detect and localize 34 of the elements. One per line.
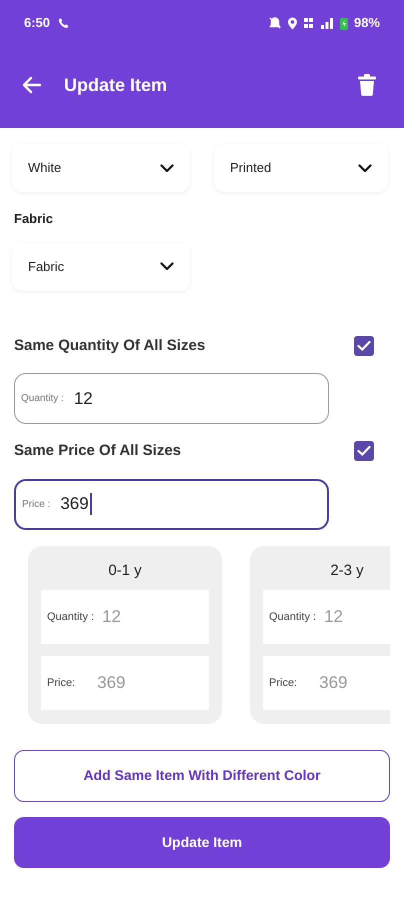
- battery-level: 98%: [354, 14, 380, 32]
- back-button[interactable]: [22, 75, 42, 95]
- chevron-down-icon: [160, 262, 174, 271]
- option-label: Same Price Of All Sizes: [14, 441, 182, 461]
- price-field[interactable]: Price: 369: [41, 656, 209, 710]
- delete-button[interactable]: [358, 74, 376, 96]
- size-title: 0-1 y: [107, 560, 143, 580]
- checkbox[interactable]: [354, 336, 374, 356]
- checkmark-icon: [357, 445, 371, 458]
- page-title: Update Item: [64, 74, 168, 97]
- phone-icon: [58, 17, 70, 29]
- battery-icon: [340, 16, 348, 30]
- size-title: 2-3 y: [329, 560, 365, 580]
- quantity-field[interactable]: Quantity : 12: [41, 590, 209, 644]
- price-field[interactable]: Price: 369: [263, 656, 390, 710]
- chevron-down-icon: [160, 164, 174, 172]
- dropdown[interactable]: Printed: [214, 144, 388, 192]
- text-cursor: [90, 493, 92, 515]
- input-field[interactable]: Quantity : 12: [14, 373, 329, 424]
- dropdown[interactable]: White: [12, 144, 190, 192]
- bell-off-icon: [268, 17, 281, 29]
- chevron-down-icon: [358, 164, 372, 172]
- quantity-field[interactable]: Quantity : 12: [263, 590, 390, 644]
- location-icon: [286, 16, 298, 30]
- update-button[interactable]: Update Item: [14, 816, 390, 868]
- option-label: Same Quantity Of All Sizes: [14, 336, 206, 356]
- add-color-button[interactable]: Add Same Item With Different Color: [14, 750, 390, 802]
- fabric-label: Fabric: [13, 210, 54, 228]
- status-time: 6:50: [24, 14, 50, 32]
- signal-icon: [320, 17, 334, 29]
- input-field[interactable]: Price : 369: [14, 478, 329, 530]
- checkbox[interactable]: [354, 441, 374, 462]
- checkmark-icon: [357, 340, 371, 352]
- dropdown[interactable]: Fabric: [12, 242, 190, 290]
